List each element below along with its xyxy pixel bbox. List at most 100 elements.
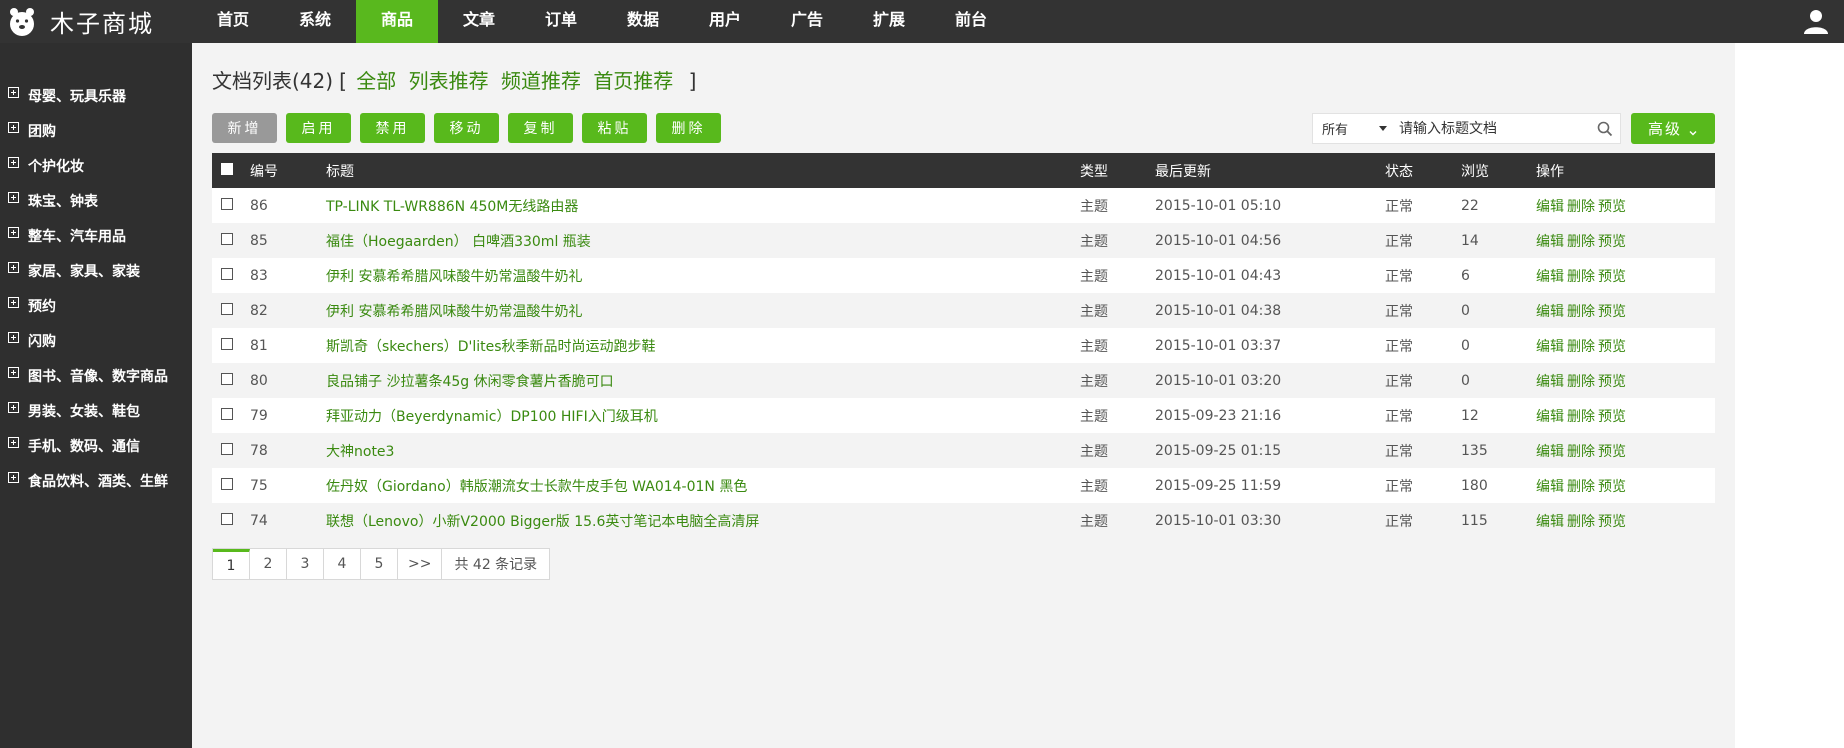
sidebar-item-home-furnishing[interactable]: 家居、家具、家装 [0, 253, 192, 288]
move-button[interactable]: 移动 [434, 113, 499, 143]
header-type[interactable]: 类型 [1080, 153, 1155, 188]
nav-item-users[interactable]: 用户 [684, 0, 766, 43]
delete-link[interactable]: 删除 [1567, 479, 1595, 495]
edit-link[interactable]: 编辑 [1536, 304, 1564, 320]
filter-list-recommend[interactable]: 列表推荐 [409, 69, 489, 93]
expand-plus-icon[interactable] [8, 332, 19, 343]
sidebar-item-auto[interactable]: 整车、汽车用品 [0, 218, 192, 253]
sidebar-item-group-buy[interactable]: 团购 [0, 113, 192, 148]
row-title-link[interactable]: TP-LINK TL-WR886N 450M无线路由器 [326, 199, 578, 215]
edit-link[interactable]: 编辑 [1536, 339, 1564, 355]
page-4-button[interactable]: 4 [324, 549, 361, 579]
row-title-link[interactable]: 佐丹奴（Giordano）韩版潮流女士长款牛皮手包 WA014-01N 黑色 [326, 479, 747, 495]
row-title-link[interactable]: 拜亚动力（Beyerdynamic）DP100 HIFI入门级耳机 [326, 409, 658, 425]
delete-link[interactable]: 删除 [1567, 374, 1595, 390]
delete-button[interactable]: 删除 [656, 113, 721, 143]
preview-link[interactable]: 预览 [1598, 199, 1626, 215]
preview-link[interactable]: 预览 [1598, 514, 1626, 530]
expand-plus-icon[interactable] [8, 157, 19, 168]
preview-link[interactable]: 预览 [1598, 304, 1626, 320]
filter-all[interactable]: 全部 [356, 69, 396, 93]
page-1-button[interactable]: 1 [213, 549, 250, 579]
row-checkbox[interactable] [221, 372, 233, 385]
sidebar-item-mobile-digital[interactable]: 手机、数码、通信 [0, 428, 192, 463]
expand-plus-icon[interactable] [8, 262, 19, 273]
edit-link[interactable]: 编辑 [1536, 234, 1564, 250]
expand-plus-icon[interactable] [8, 297, 19, 308]
logo[interactable]: 木子商城 [0, 0, 192, 43]
header-status[interactable]: 状态 [1385, 153, 1461, 188]
sidebar-item-cosmetics[interactable]: 个护化妆 [0, 148, 192, 183]
advanced-search-button[interactable]: 高级 [1631, 113, 1715, 144]
nav-item-system[interactable]: 系统 [274, 0, 356, 43]
row-checkbox[interactable] [221, 442, 233, 455]
search-icon[interactable] [1590, 114, 1620, 143]
delete-link[interactable]: 删除 [1567, 304, 1595, 320]
next-page-button[interactable]: >> [398, 549, 443, 579]
sidebar-item-apparel[interactable]: 男装、女装、鞋包 [0, 393, 192, 428]
enable-button[interactable]: 启用 [286, 113, 351, 143]
delete-link[interactable]: 删除 [1567, 234, 1595, 250]
expand-plus-icon[interactable] [8, 87, 19, 98]
row-title-link[interactable]: 福佳（Hoegaarden） 白啤酒330ml 瓶装 [326, 234, 591, 250]
header-id[interactable]: 编号 [250, 153, 326, 188]
edit-link[interactable]: 编辑 [1536, 374, 1564, 390]
preview-link[interactable]: 预览 [1598, 409, 1626, 425]
edit-link[interactable]: 编辑 [1536, 444, 1564, 460]
nav-item-home[interactable]: 首页 [192, 0, 274, 43]
row-title-link[interactable]: 伊利 安慕希希腊风味酸牛奶常温酸牛奶礼 [326, 269, 582, 285]
nav-item-ads[interactable]: 广告 [766, 0, 848, 43]
page-2-button[interactable]: 2 [250, 549, 287, 579]
row-title-link[interactable]: 联想（Lenovo）小新V2000 Bigger版 15.6英寸笔记本电脑全高清… [326, 514, 759, 530]
delete-link[interactable]: 删除 [1567, 339, 1595, 355]
user-icon[interactable] [1802, 7, 1830, 35]
preview-link[interactable]: 预览 [1598, 374, 1626, 390]
edit-link[interactable]: 编辑 [1536, 479, 1564, 495]
copy-button[interactable]: 复制 [508, 113, 573, 143]
row-title-link[interactable]: 伊利 安慕希希腊风味酸牛奶常温酸牛奶礼 [326, 304, 582, 320]
expand-plus-icon[interactable] [8, 437, 19, 448]
page-5-button[interactable]: 5 [361, 549, 398, 579]
expand-plus-icon[interactable] [8, 402, 19, 413]
nav-item-articles[interactable]: 文章 [438, 0, 520, 43]
row-checkbox[interactable] [221, 407, 233, 420]
row-title-link[interactable]: 良品铺子 沙拉薯条45g 休闲零食薯片香脆可口 [326, 374, 614, 390]
delete-link[interactable]: 删除 [1567, 409, 1595, 425]
row-title-link[interactable]: 大神note3 [326, 444, 394, 460]
header-views[interactable]: 浏览 [1461, 153, 1536, 188]
expand-plus-icon[interactable] [8, 227, 19, 238]
sidebar-item-jewelry[interactable]: 珠宝、钟表 [0, 183, 192, 218]
expand-plus-icon[interactable] [8, 472, 19, 483]
page-3-button[interactable]: 3 [287, 549, 324, 579]
row-checkbox[interactable] [221, 477, 233, 490]
nav-item-extensions[interactable]: 扩展 [848, 0, 930, 43]
row-checkbox[interactable] [221, 512, 233, 525]
expand-plus-icon[interactable] [8, 122, 19, 133]
delete-link[interactable]: 删除 [1567, 514, 1595, 530]
expand-plus-icon[interactable] [8, 192, 19, 203]
search-scope-select[interactable]: 所有 [1313, 114, 1395, 143]
sidebar-item-reservation[interactable]: 预约 [0, 288, 192, 323]
nav-item-products[interactable]: 商品 [356, 0, 438, 43]
preview-link[interactable]: 预览 [1598, 269, 1626, 285]
row-checkbox[interactable] [221, 302, 233, 315]
nav-item-orders[interactable]: 订单 [520, 0, 602, 43]
preview-link[interactable]: 预览 [1598, 479, 1626, 495]
edit-link[interactable]: 编辑 [1536, 269, 1564, 285]
preview-link[interactable]: 预览 [1598, 234, 1626, 250]
header-updated[interactable]: 最后更新 [1155, 153, 1385, 188]
edit-link[interactable]: 编辑 [1536, 514, 1564, 530]
search-input[interactable] [1395, 114, 1590, 143]
delete-link[interactable]: 删除 [1567, 444, 1595, 460]
nav-item-frontend[interactable]: 前台 [930, 0, 1012, 43]
delete-link[interactable]: 删除 [1567, 269, 1595, 285]
add-button[interactable]: 新增 [212, 113, 277, 143]
sidebar-item-baby-toys[interactable]: 母婴、玩具乐器 [0, 78, 192, 113]
preview-link[interactable]: 预览 [1598, 339, 1626, 355]
sidebar-item-books-media[interactable]: 图书、音像、数字商品 [0, 358, 192, 393]
paste-button[interactable]: 粘贴 [582, 113, 647, 143]
row-checkbox[interactable] [221, 337, 233, 350]
row-title-link[interactable]: 斯凯奇（skechers）D'lites秋季新品时尚运动跑步鞋 [326, 339, 656, 355]
row-checkbox[interactable] [221, 267, 233, 280]
select-all-checkbox[interactable] [221, 162, 233, 175]
